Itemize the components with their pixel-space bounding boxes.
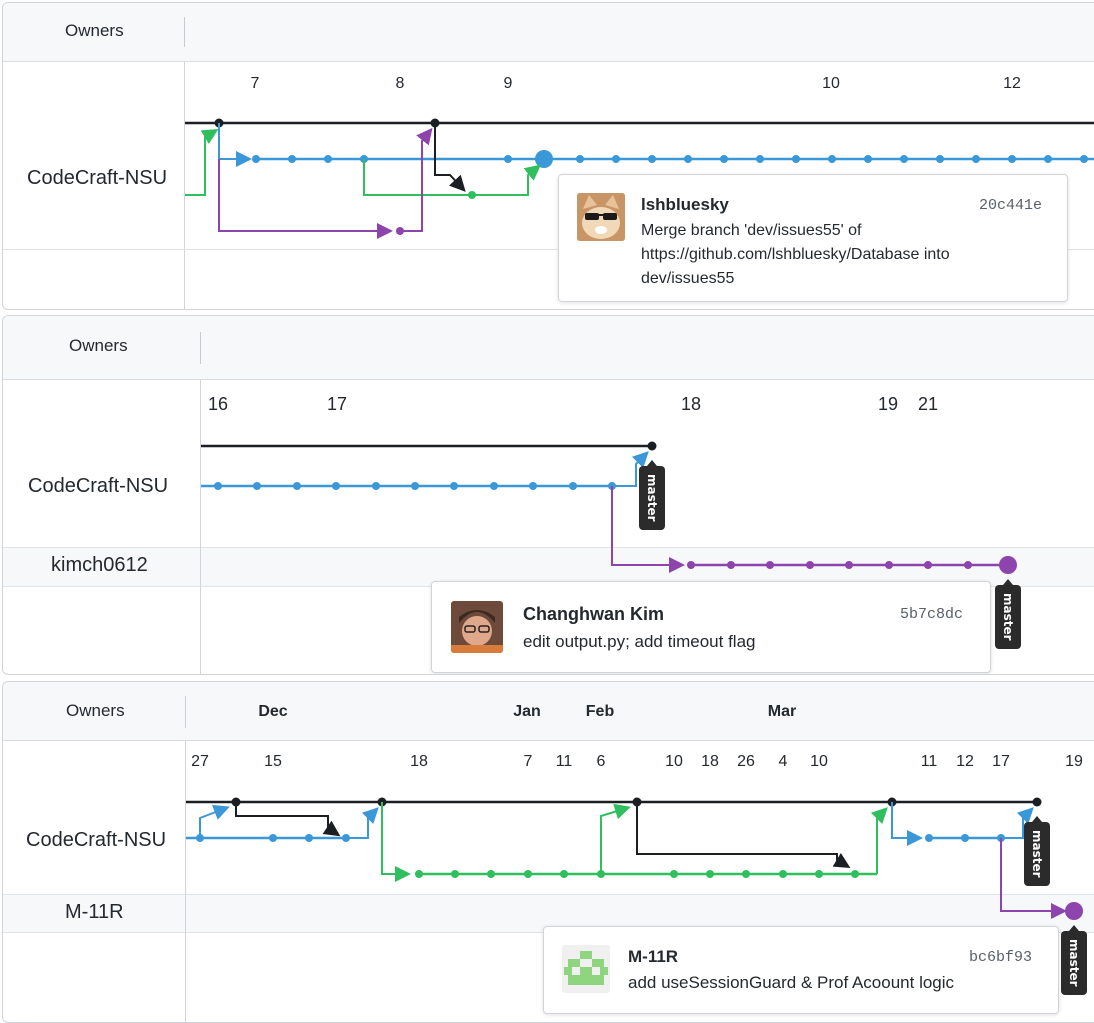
commit-sha[interactable]: 20c441e — [979, 197, 1042, 214]
commit-message: Merge branch 'dev/issues55' of https://g… — [641, 222, 950, 287]
selected-commit-dot — [999, 556, 1017, 574]
selected-commit-dot — [535, 150, 553, 168]
branch-label-master[interactable]: master — [995, 579, 1021, 649]
person-avatar — [451, 601, 503, 653]
branch-connector — [218, 123, 252, 167]
network-graph-panel-1: Owners CodeCraft-NSU 7 8 9 10 12 lshblue… — [2, 2, 1094, 310]
branch-connector — [381, 802, 411, 882]
branch-connector — [400, 127, 433, 232]
branch-connector — [235, 802, 341, 837]
commit-author[interactable]: lshbluesky — [641, 195, 729, 215]
network-graph-panel-2: Owners CodeCraft-NSU kimch0612 16 17 18 … — [2, 315, 1094, 675]
commit-sha[interactable]: 5b7c8dc — [900, 606, 963, 623]
commit-author[interactable]: Changhwan Kim — [523, 604, 664, 625]
branch-connector — [199, 804, 230, 838]
branch-connector — [185, 128, 219, 196]
selected-commit-dot — [1065, 902, 1083, 920]
cat-with-sunglasses-avatar — [577, 193, 625, 241]
commit-tooltip-card[interactable]: M-11R bc6bf93 add useSessionGuard & Prof… — [543, 926, 1059, 1014]
commit-dot — [468, 191, 476, 199]
commit-author[interactable]: M-11R — [628, 947, 678, 967]
person-avatar-image — [451, 601, 503, 653]
commit-dot — [647, 441, 657, 451]
commit-tooltip-card[interactable]: lshbluesky 20c441e Merge branch 'dev/iss… — [558, 174, 1068, 302]
commit-sha[interactable]: bc6bf93 — [969, 949, 1032, 966]
branch-connector — [434, 123, 466, 192]
branch-label-master[interactable]: master — [639, 460, 665, 530]
green-identicon-avatar — [562, 945, 610, 993]
commit-message: edit output.py; add timeout flag — [523, 632, 756, 651]
branch-connector — [870, 807, 888, 874]
branch-label-master[interactable]: master — [1061, 925, 1087, 995]
branch-label-master[interactable]: master — [1024, 816, 1050, 886]
commit-message: add useSessionGuard & Prof Acoount logic — [628, 973, 955, 992]
cat-avatar-image — [577, 193, 625, 241]
branch-connector — [346, 807, 379, 839]
branch-connector — [636, 802, 851, 869]
commit-tooltip-card[interactable]: Changhwan Kim 5b7c8dc edit output.py; ad… — [431, 581, 991, 673]
network-graph-panel-3: Owners Dec Jan Feb Mar CodeCraft-NSU M-1… — [2, 681, 1094, 1023]
identicon-image — [562, 945, 610, 993]
branch-connector — [891, 802, 923, 846]
branch-connector — [600, 803, 631, 874]
